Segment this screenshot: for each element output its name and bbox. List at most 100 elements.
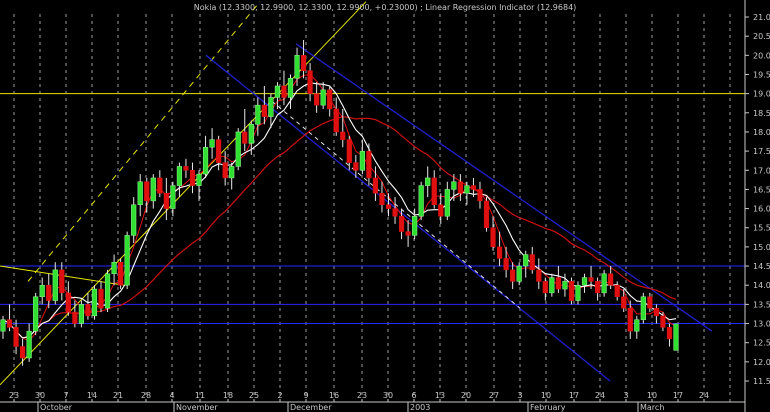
candle-up — [111, 261, 117, 274]
month-label: December — [290, 403, 332, 412]
candle-down — [405, 231, 411, 236]
candle-down — [85, 304, 91, 317]
y-tick-label: 17.5 — [753, 147, 770, 156]
candle-up — [412, 215, 418, 236]
candle-up — [176, 166, 183, 186]
y-tick-label: 12.0 — [753, 358, 770, 367]
y-tick-label: 16.5 — [753, 185, 770, 194]
x-tick-label: 25 — [249, 391, 259, 400]
x-tick-label: 14 — [87, 391, 97, 400]
x-tick-label: 24 — [595, 391, 605, 400]
candle-down — [222, 162, 228, 179]
candle-down — [163, 193, 169, 209]
candle-up — [33, 296, 39, 332]
x-tick-label: 3 — [623, 391, 628, 400]
chart-background — [0, 0, 770, 412]
x-tick-label: 27 — [489, 391, 499, 400]
y-tick-label: 14.5 — [753, 262, 770, 271]
candle-up — [549, 277, 555, 294]
x-tick-label: 16 — [329, 391, 339, 400]
candle-down — [653, 307, 660, 317]
candle-up — [451, 181, 457, 190]
x-tick-label: 23 — [357, 391, 367, 400]
y-tick-label: 17.0 — [753, 166, 770, 175]
x-tick-label: 18 — [223, 391, 233, 400]
candle-up — [634, 319, 640, 332]
x-tick-label: 13 — [435, 391, 445, 400]
candle-up — [640, 296, 646, 320]
candle-up — [150, 177, 156, 202]
candle-up — [255, 104, 261, 125]
candle-up — [124, 235, 130, 286]
x-tick-label: 17 — [569, 391, 579, 400]
x-tick-label: 9 — [303, 391, 308, 400]
candle-up — [229, 166, 235, 179]
candle-down — [529, 254, 535, 271]
chart-svg: 21.0 20.5 20.0 19.5 19.0 18.5 18.0 17.5 17.0 16.5… — [0, 0, 770, 412]
x-tick-label: 3 — [517, 391, 522, 400]
x-tick-label: 23 — [9, 391, 19, 400]
candle-down — [333, 108, 339, 133]
candle-down — [483, 200, 490, 228]
x-tick-label: 30 — [383, 391, 393, 400]
candle-down — [19, 346, 26, 359]
candle-down — [542, 281, 548, 294]
candle-up — [137, 181, 143, 205]
candle-up — [196, 173, 202, 186]
candle-up — [444, 189, 450, 217]
y-tick-label: 13.0 — [753, 320, 770, 329]
y-tick-label: 15.5 — [753, 224, 770, 233]
candle-down — [189, 170, 196, 186]
candle-down — [314, 93, 320, 106]
candle-down — [366, 150, 372, 179]
candle-down — [379, 193, 385, 205]
candle-down — [242, 131, 248, 144]
month-label: November — [176, 403, 218, 412]
candle-up — [202, 147, 209, 175]
candle-down — [281, 85, 287, 98]
candle-up — [0, 319, 6, 332]
candle-up — [523, 254, 529, 267]
x-tick-label: 4 — [169, 391, 174, 400]
candle-up — [464, 185, 470, 194]
candle-down — [666, 327, 673, 340]
candle-up — [581, 277, 588, 286]
candle-up — [425, 177, 431, 186]
candle-down — [477, 189, 483, 202]
candle-down — [157, 177, 163, 194]
x-tick-label: 6 — [411, 391, 416, 400]
candle-down — [261, 104, 267, 117]
candle-up — [39, 284, 45, 297]
candle-down — [46, 284, 52, 301]
candle-up — [516, 265, 522, 282]
month-label: February — [530, 403, 566, 412]
y-tick-label: 21.0 — [753, 13, 770, 22]
y-tick-label: 14.0 — [753, 281, 770, 290]
candle-down — [614, 284, 620, 297]
candle-down — [353, 162, 359, 171]
y-tick-label: 13.5 — [753, 300, 770, 309]
x-tick-label: 28 — [141, 391, 151, 400]
candle-up — [170, 185, 176, 209]
candle-down — [431, 177, 437, 205]
candle-up — [274, 85, 281, 98]
candle-up — [294, 55, 300, 79]
candle-down — [490, 227, 496, 248]
x-tick-label: 30 — [35, 391, 45, 400]
y-tick-label: 18.0 — [753, 128, 770, 137]
candle-up — [131, 204, 137, 236]
y-tick-label: 19.0 — [753, 90, 770, 99]
x-tick-label: 11 — [195, 391, 205, 400]
y-tick-label: 20.0 — [753, 51, 770, 60]
candle-down — [660, 315, 666, 328]
candle-up — [673, 323, 679, 351]
y-tick-label: 19.5 — [753, 70, 770, 79]
candle-up — [91, 288, 98, 317]
candle-down — [346, 139, 352, 163]
candle-down — [555, 277, 561, 290]
candle-up — [209, 139, 215, 148]
month-label: 2003 — [410, 403, 430, 412]
x-tick-label: 2 — [277, 391, 282, 400]
x-tick-label: 17 — [673, 391, 683, 400]
y-tick-label: 11.5 — [753, 377, 770, 386]
